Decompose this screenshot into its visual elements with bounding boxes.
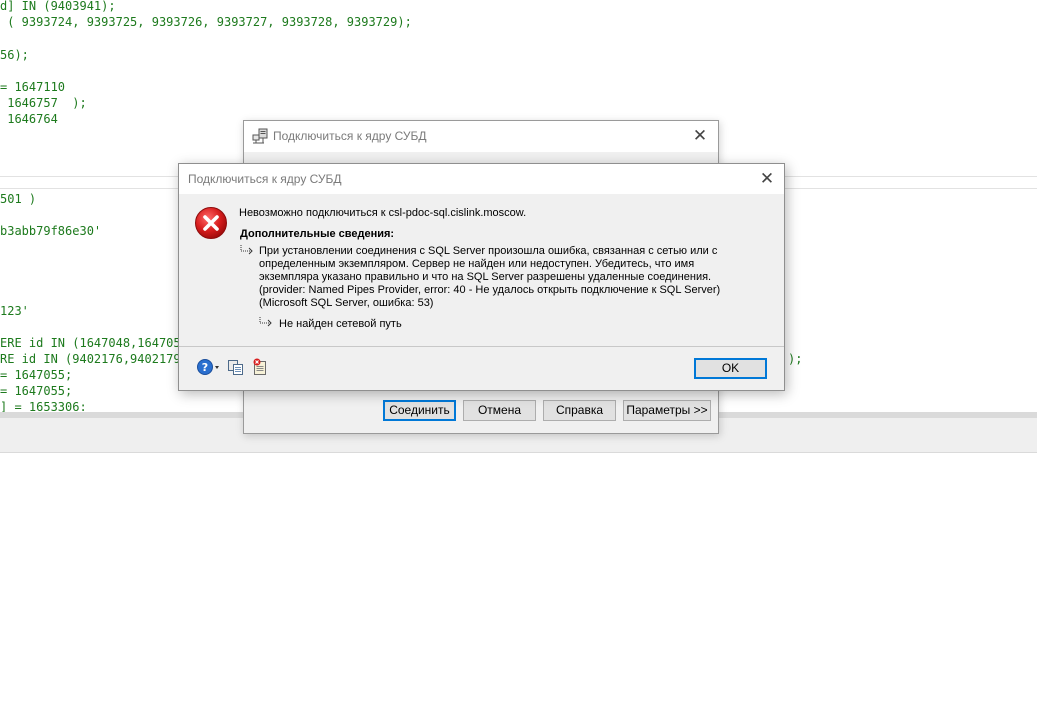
tree-branch-arrow-icon (240, 245, 253, 255)
server-connect-icon (252, 128, 268, 144)
detail-line: (provider: Named Pipes Provider, error: … (259, 284, 721, 296)
code-line: b3abb79f86e30' (0, 224, 102, 238)
code-line: RE id IN (9402176,9402179, (0, 352, 188, 366)
code-line: d] IN (9403941); (0, 0, 116, 13)
code-line: ERE id IN (1647048,1647055 (0, 336, 188, 350)
additional-details-header: Дополнительные сведения: (240, 228, 395, 240)
show-details-icon[interactable] (251, 358, 269, 376)
error-dialog-close-button[interactable]: ✕ (756, 168, 778, 190)
ok-button[interactable]: OK (694, 358, 767, 379)
error-detail-text: При установлении соединения с SQL Server… (259, 245, 779, 310)
error-main-message: Невозможно подключиться к csl-pdoc-sql.c… (239, 207, 527, 219)
cancel-button[interactable]: Отмена (463, 400, 536, 421)
svg-text:?: ? (202, 361, 208, 374)
copy-icon[interactable] (227, 358, 245, 376)
network-path-error-text: Не найден сетевой путь (279, 318, 402, 330)
tree-branch-arrow-icon (259, 317, 272, 327)
error-dialog-title: Подключиться к ядру СУБД (188, 172, 342, 186)
code-line: 56); (0, 48, 29, 62)
connect-dialog-title: Подключиться к ядру СУБД (273, 129, 427, 143)
connect-button[interactable]: Соединить (383, 400, 456, 421)
code-line: 123' (0, 304, 29, 318)
error-x-icon (195, 207, 227, 239)
code-line: 1646757 ); (0, 96, 87, 110)
connect-dialog-titlebar[interactable]: Подключиться к ядру СУБД ✕ (244, 121, 718, 152)
detail-line: экземпляра указано правильно и что на SQ… (259, 271, 712, 283)
code-line: 1646764 (0, 112, 58, 126)
error-dialog-titlebar[interactable]: Подключиться к ядру СУБД ✕ (179, 164, 784, 194)
code-line: = 1647055; (0, 368, 73, 382)
help-question-icon[interactable]: ? (197, 358, 221, 376)
help-button[interactable]: Справка (543, 400, 616, 421)
code-line: ( 9393724, 9393725, 9393726, 9393727, 93… (0, 15, 412, 29)
footer-divider (179, 346, 784, 347)
code-line: = 1647055; (0, 384, 73, 398)
detail-line: (Microsoft SQL Server, ошибка: 53) (259, 297, 434, 309)
code-line-overflow: ); (788, 352, 803, 366)
detail-line: При установлении соединения с SQL Server… (259, 245, 718, 257)
code-line: 501 ) (0, 192, 37, 206)
connect-dialog-close-button[interactable]: ✕ (690, 126, 710, 146)
code-line: ] = 1653306: (0, 400, 87, 412)
options-button[interactable]: Параметры >> (623, 400, 711, 421)
code-line: = 1647110 (0, 80, 66, 94)
error-dialog: Подключиться к ядру СУБД ✕ Невозможно по… (178, 163, 785, 391)
detail-line: определенным экземпляром. Сервер не найд… (259, 258, 695, 270)
